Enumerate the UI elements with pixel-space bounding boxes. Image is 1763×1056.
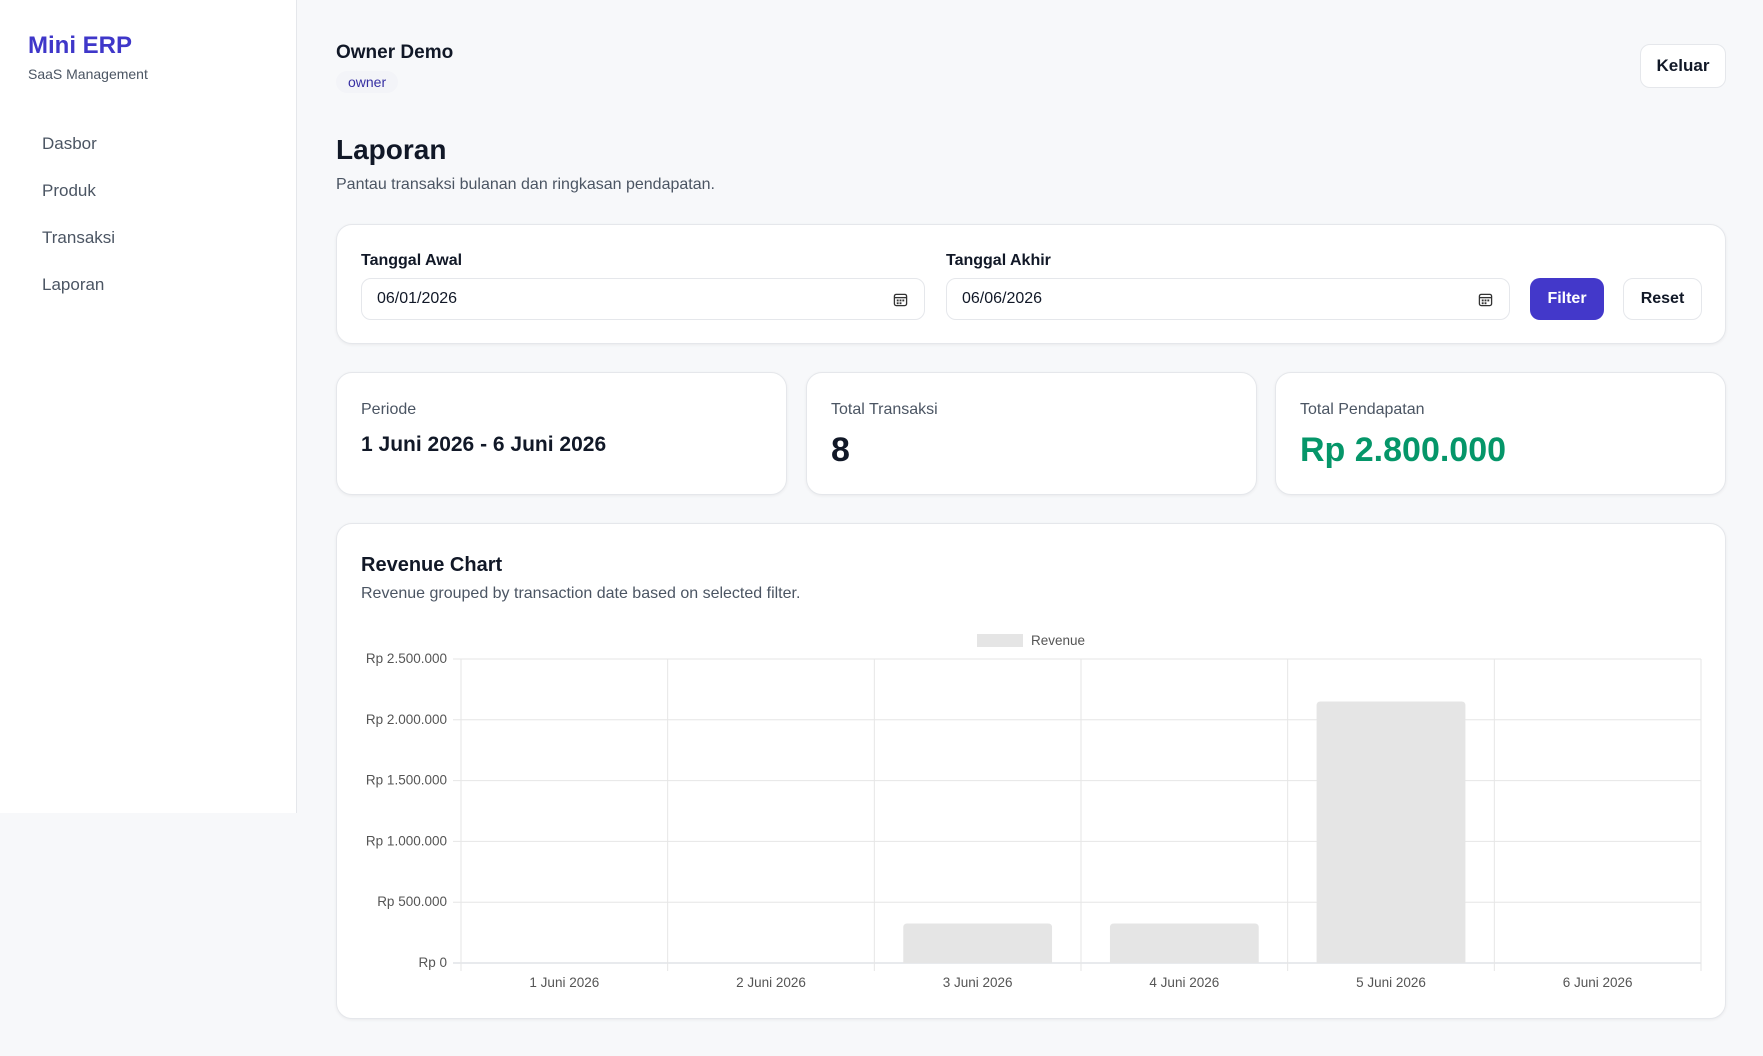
start-date-label: Tanggal Awal <box>361 252 463 269</box>
x-tick-label: 6 Juni 2026 <box>1563 975 1633 990</box>
y-tick-label: Rp 0 <box>418 955 447 970</box>
calendar-icon[interactable] <box>893 292 908 307</box>
user-name: Owner Demo <box>336 42 454 63</box>
period-card: Periode 1 Juni 2026 - 6 Juni 2026 <box>336 372 787 495</box>
legend-swatch <box>977 634 1023 647</box>
start-date-value: 06/01/2026 <box>377 290 458 307</box>
x-tick-label: 5 Juni 2026 <box>1356 975 1426 990</box>
y-tick-label: Rp 1.500.000 <box>366 773 447 788</box>
end-date-value: 06/06/2026 <box>962 290 1043 307</box>
page-subtitle: Pantau transaksi bulanan dan ringkasan p… <box>336 176 715 193</box>
logout-button[interactable]: Keluar <box>1640 44 1726 88</box>
revenue-chart: Rp 0 Rp 500.000 Rp 1.000.000 Rp 1.500.000 Rp… <box>366 633 1702 990</box>
sidebar: Mini ERP SaaS Management Dasbor Produk T… <box>0 0 297 813</box>
sidebar-item-dasbor[interactable]: Dasbor <box>28 120 268 167</box>
transactions-card: Total Transaksi 8 <box>806 372 1257 495</box>
revenue-value: Rp 2.800.000 <box>1300 431 1507 469</box>
bar <box>1316 701 1466 963</box>
x-tick-label: 1 Juni 2026 <box>529 975 599 990</box>
reset-button[interactable]: Reset <box>1623 278 1702 320</box>
filter-button[interactable]: Filter <box>1530 278 1604 320</box>
legend-label: Revenue <box>1031 633 1085 648</box>
y-tick-label: Rp 2.000.000 <box>366 712 447 727</box>
x-tick-label: 2 Juni 2026 <box>736 975 806 990</box>
revenue-label: Total Pendapatan <box>1300 401 1425 418</box>
start-date-input[interactable]: 06/01/2026 <box>361 278 925 320</box>
role-badge: owner <box>336 71 399 93</box>
sidebar-item-produk[interactable]: Produk <box>28 167 268 214</box>
y-tick-label: Rp 2.500.000 <box>366 651 447 666</box>
brand-title: Mini ERP <box>28 32 133 59</box>
brand-subtitle: SaaS Management <box>28 66 148 82</box>
y-tick-label: Rp 500.000 <box>377 894 447 909</box>
main-content: Owner Demo owner Keluar Laporan Pantau t… <box>336 0 1726 1056</box>
period-label: Periode <box>361 401 417 418</box>
end-date-label: Tanggal Akhir <box>946 252 1051 269</box>
period-value: 1 Juni 2026 - 6 Juni 2026 <box>361 433 607 456</box>
bar <box>903 923 1053 963</box>
sidebar-item-transaksi[interactable]: Transaksi <box>28 214 268 261</box>
brand: Mini ERP SaaS Management <box>28 32 148 82</box>
sidebar-item-laporan[interactable]: Laporan <box>28 261 268 308</box>
y-tick-label: Rp 1.000.000 <box>366 833 447 848</box>
revenue-card: Total Pendapatan Rp 2.800.000 <box>1275 372 1726 495</box>
transactions-label: Total Transaksi <box>831 401 938 418</box>
filter-card: Tanggal Awal 06/01/2026 Tanggal Akhir 06… <box>336 224 1726 344</box>
calendar-icon[interactable] <box>1478 292 1493 307</box>
x-tick-label: 3 Juni 2026 <box>943 975 1013 990</box>
bar <box>1109 923 1259 963</box>
page-title: Laporan <box>336 134 447 165</box>
sidebar-nav: Dasbor Produk Transaksi Laporan <box>28 120 268 308</box>
transactions-value: 8 <box>831 431 850 469</box>
revenue-chart-card: Revenue Chart Revenue grouped by transac… <box>336 523 1726 1019</box>
x-tick-label: 4 Juni 2026 <box>1149 975 1219 990</box>
end-date-input[interactable]: 06/06/2026 <box>946 278 1510 320</box>
